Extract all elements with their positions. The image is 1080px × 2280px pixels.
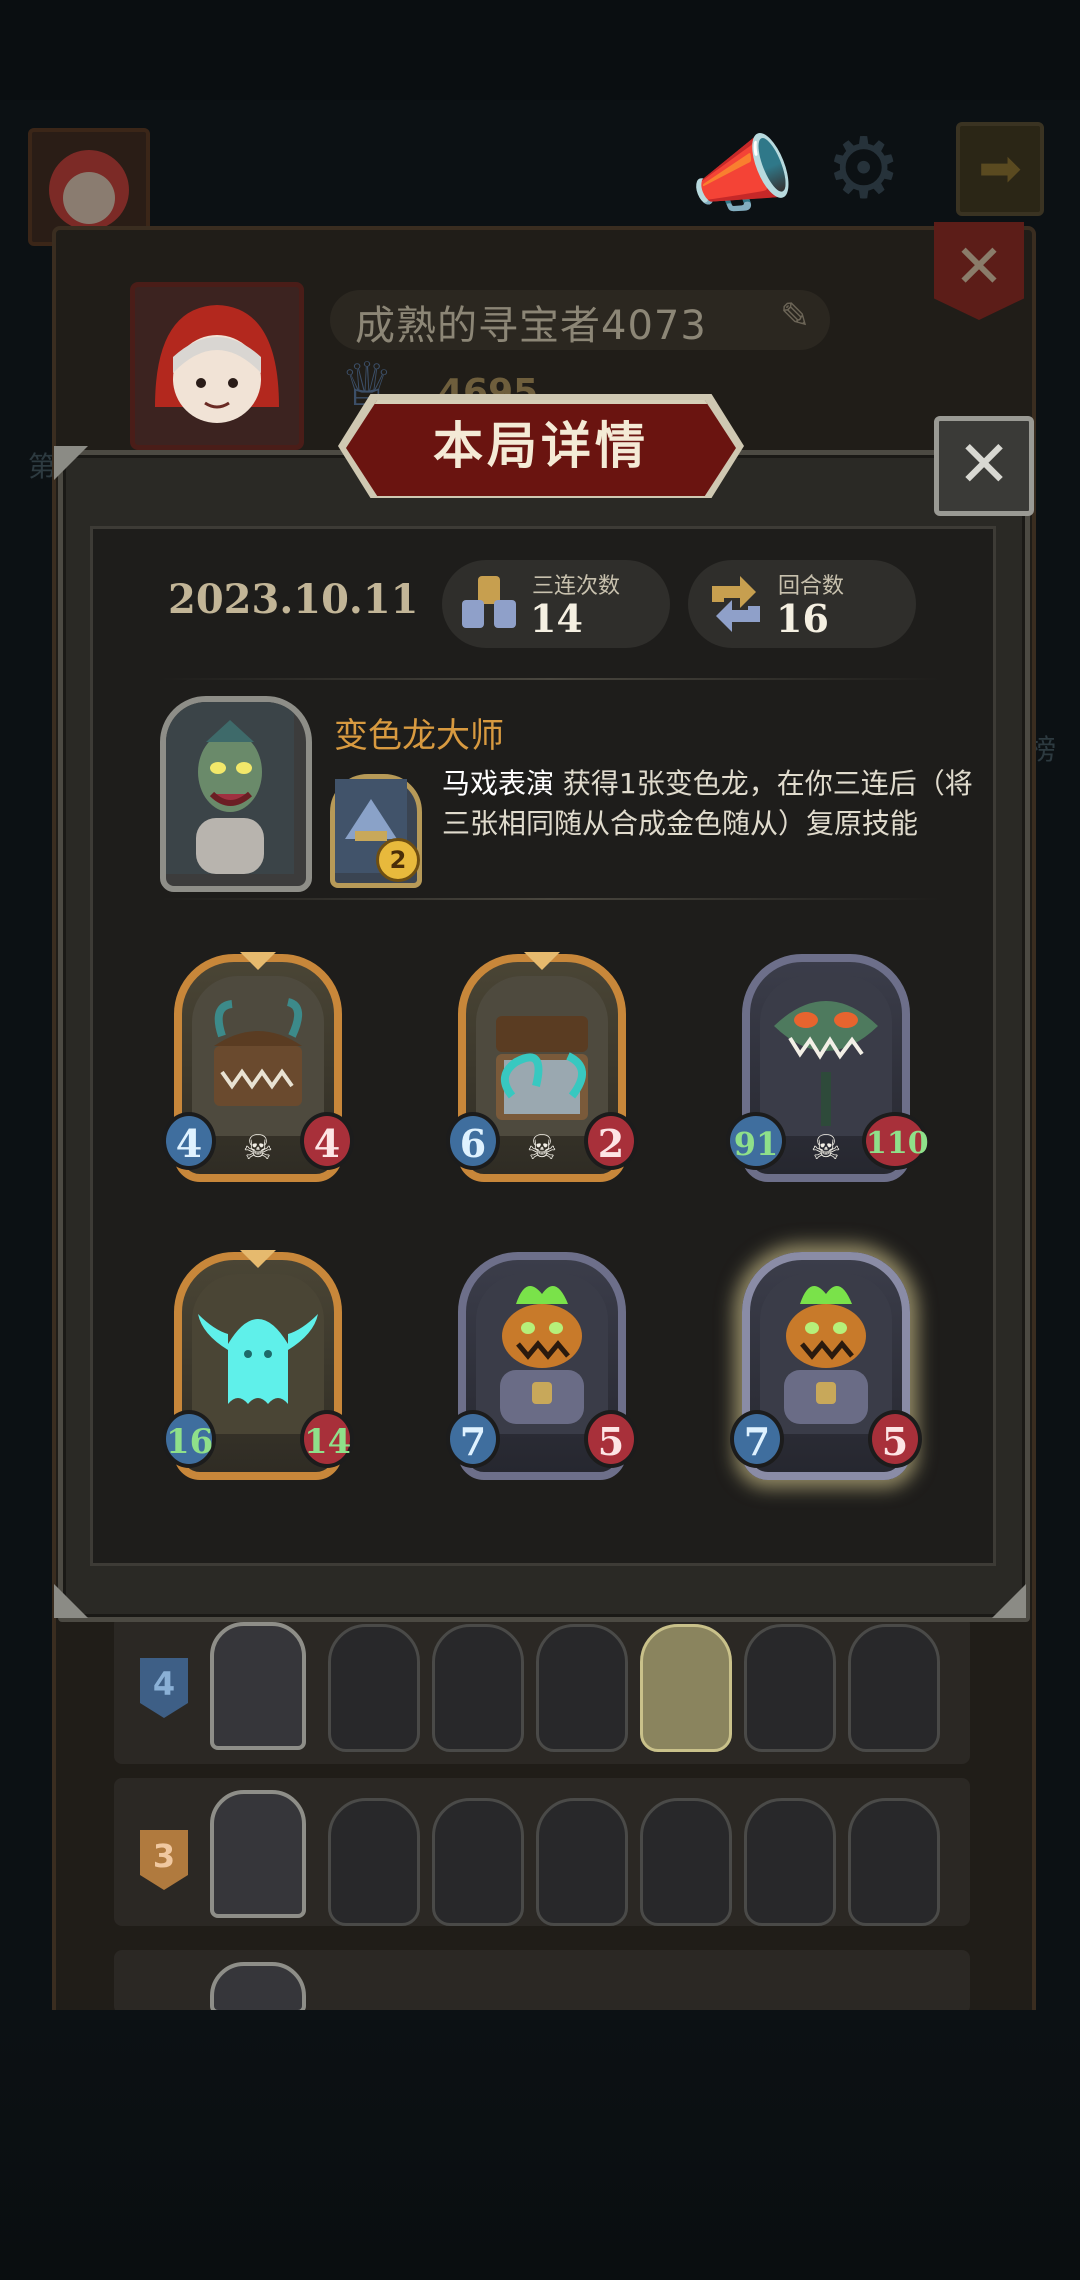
- cyan-ghost-icon: [192, 1274, 324, 1434]
- history-minion: [640, 1624, 732, 1752]
- history-minion: [848, 1624, 940, 1752]
- pumpkin-knight-icon: [760, 1274, 892, 1434]
- divider-line: [160, 678, 940, 680]
- pumpkin-knight-icon: [476, 1274, 608, 1434]
- history-minion: [536, 1624, 628, 1752]
- skill-name: 马戏表演: [442, 767, 555, 800]
- triples-value: 14: [530, 596, 583, 641]
- minion-card[interactable]: 91 ☠ 110: [726, 954, 929, 1182]
- hero-name: 变色龙大师: [334, 716, 504, 756]
- card-health: 5: [868, 1410, 922, 1468]
- history-minion: [640, 1798, 732, 1926]
- history-minion: [744, 1624, 836, 1752]
- treasure-chest-tentacle-icon: [476, 976, 608, 1136]
- dialog-close-button[interactable]: ✕: [934, 416, 1034, 516]
- mimic-chest-icon: [192, 976, 324, 1136]
- deathrattle-skull-icon: ☠: [810, 1128, 842, 1168]
- history-minion: [848, 1798, 940, 1926]
- edit-name-pencil-icon[interactable]: ✎: [780, 296, 810, 337]
- deathrattle-skull-icon: ☠: [242, 1128, 274, 1168]
- minion-card[interactable]: 16 14: [162, 1250, 354, 1480]
- card-attack: 91: [726, 1112, 786, 1170]
- history-hero-portrait: [210, 1790, 306, 1918]
- history-minion: [744, 1798, 836, 1926]
- history-minion: [328, 1624, 420, 1752]
- history-minion: [328, 1798, 420, 1926]
- announcement-megaphone-icon[interactable]: 📣: [690, 132, 795, 216]
- card-health: 5: [584, 1410, 638, 1468]
- hero-skill-description: 马戏表演 获得1张变色龙，在你三连后（将三张相同随从合成金色随从）复原技能: [442, 764, 982, 844]
- history-hero-portrait: [210, 1962, 306, 2014]
- card-health: 2: [584, 1112, 638, 1170]
- card-attack: 4: [162, 1112, 216, 1170]
- hero-portrait: [160, 696, 312, 892]
- settings-gear-icon[interactable]: ⚙: [826, 126, 901, 210]
- deathrattle-skull-icon: ☠: [526, 1128, 558, 1168]
- card-health: 14: [300, 1410, 354, 1468]
- card-attack: 7: [730, 1410, 784, 1468]
- card-attack: 6: [446, 1112, 500, 1170]
- exit-button[interactable]: ➡: [956, 122, 1044, 216]
- card-attack: 7: [446, 1410, 500, 1468]
- minion-card-selected[interactable]: 7 5: [730, 1252, 922, 1480]
- card-notch: [240, 1250, 276, 1268]
- dialog-title: 本局详情: [433, 417, 649, 475]
- minion-card[interactable]: 4 ☠ 4: [162, 952, 354, 1182]
- profile-avatar: [130, 282, 304, 450]
- history-hero-portrait: [210, 1622, 306, 1750]
- turn-cycle-icon: [704, 572, 768, 644]
- skill-level-badge: 2: [376, 838, 420, 882]
- history-minion: [432, 1624, 524, 1752]
- grinning-plant-icon: [760, 976, 892, 1136]
- divider-line: [160, 898, 940, 900]
- card-attack: 16: [162, 1410, 216, 1468]
- history-minion: [536, 1798, 628, 1926]
- match-date: 2023.10.11: [168, 576, 419, 623]
- card-health: 4: [300, 1112, 354, 1170]
- triple-cards-icon: [458, 572, 522, 644]
- status-bar-area: [0, 0, 1080, 100]
- player-name: 成熟的寻宝者4073: [355, 303, 707, 349]
- card-health: 110: [862, 1112, 929, 1170]
- card-notch: [240, 952, 276, 970]
- minion-card[interactable]: 7 5: [446, 1252, 638, 1480]
- card-notch: [524, 952, 560, 970]
- bottom-shade: [0, 2010, 1080, 2280]
- minion-card[interactable]: 6 ☠ 2: [446, 952, 638, 1182]
- history-minion: [432, 1798, 524, 1926]
- turns-value: 16: [776, 596, 829, 641]
